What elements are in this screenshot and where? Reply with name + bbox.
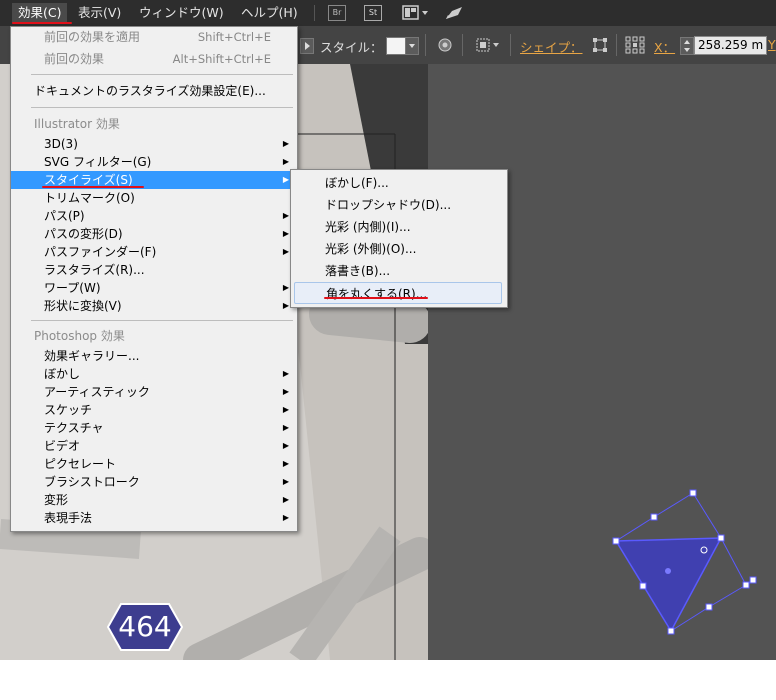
gpu-performance-icon[interactable] [444,5,466,21]
submenu-arrow-icon: ▶ [282,369,289,378]
submenu-item-scribble[interactable]: 落書き(B)... [291,260,507,282]
menu-separator [31,107,293,108]
stylize-submenu: ぼかし(F)... ドロップシャドウ(D)... 光彩 (内側)(I)... 光… [290,169,508,308]
menu-item-artistic[interactable]: アーティスティック ▶ [11,383,297,401]
menu-item-3d[interactable]: 3D(3) ▶ [11,135,297,153]
arrange-documents-icon[interactable] [402,5,432,21]
submenu-arrow-icon: ▶ [282,459,289,468]
submenu-arrow-icon: ▶ [282,229,289,238]
menu-item-reapply-effect: 前回の効果を適用 Shift+Ctrl+E [44,30,271,44]
style-swatch[interactable] [386,37,406,55]
menu-effect[interactable]: 効果(C) [12,3,68,23]
annotation-underline-round-corners [324,297,428,299]
recolor-artwork-icon[interactable] [437,37,453,56]
submenu-arrow-icon: ▶ [282,157,289,166]
annotation-underline-stylize [42,186,144,188]
menu-item-brush-strokes[interactable]: ブラシストローク ▶ [11,473,297,491]
submenu-arrow-icon: ▶ [282,423,289,432]
y-label[interactable]: Y [768,37,776,52]
menu-item-distort-transform[interactable]: パスの変形(D) ▶ [11,225,297,243]
menu-item-warp[interactable]: ワープ(W) ▶ [11,279,297,297]
submenu-item-outer-glow[interactable]: 光彩 (外側)(O)... [291,238,507,260]
submenu-arrow-icon: ▶ [282,405,289,414]
x-label[interactable]: X： [654,37,675,56]
page-number-badge: 464 [107,603,183,651]
x-stepper[interactable] [680,37,694,55]
style-label: スタイル： [320,40,383,55]
menu-item-convert-to-shape[interactable]: 形状に変換(V) ▶ [11,297,297,315]
submenu-arrow-icon: ▶ [282,477,289,486]
submenu-arrow-icon: ▶ [282,283,289,292]
menu-help[interactable]: ヘルプ(H) [235,3,304,23]
align-options-icon[interactable] [476,37,504,56]
badge-number: 464 [118,610,172,643]
menu-view[interactable]: 表示(V) [72,3,127,23]
submenu-arrow-icon: ▶ [282,441,289,450]
submenu-arrow-icon: ▶ [282,387,289,396]
menu-item-video[interactable]: ビデオ ▶ [11,437,297,455]
menu-item-pathfinder[interactable]: パスファインダー(F) ▶ [11,243,297,261]
bottom-strip [0,660,776,700]
submenu-arrow-icon: ▶ [282,175,289,184]
menu-item-trim-marks[interactable]: トリムマーク(O) [11,189,297,207]
menu-separator [31,74,293,75]
menu-item-distort[interactable]: 変形 ▶ [11,491,297,509]
stock-icon[interactable]: St [364,5,382,21]
submenu-arrow-icon: ▶ [282,495,289,504]
menu-item-stylize-ps[interactable]: 表現手法 ▶ [11,509,297,527]
x-input[interactable]: 258.259 m [694,36,767,55]
menu-bar: 効果(C) 表示(V) ウィンドウ(W) ヘルプ(H) Br St [0,0,776,26]
menu-window[interactable]: ウィンドウ(W) [133,3,230,23]
submenu-arrow-icon: ▶ [282,247,289,256]
submenu-arrow-icon: ▶ [282,211,289,220]
reference-point-icon[interactable] [625,36,645,57]
bridge-icon[interactable]: Br [328,5,346,21]
menubar-divider [314,5,315,21]
shape-label[interactable]: シェイプ： [520,37,583,56]
menu-item-blur[interactable]: ぼかし ▶ [11,365,297,383]
style-dropdown-icon[interactable] [405,37,419,55]
submenu-item-inner-glow[interactable]: 光彩 (内側)(I)... [291,216,507,238]
illustrator-effects-header: Illustrator 効果 [34,117,120,131]
menu-item-effect-gallery[interactable]: 効果ギャラリー... [11,347,297,365]
photoshop-effects-header: Photoshop 効果 [34,329,125,343]
menu-item-sketch[interactable]: スケッチ ▶ [11,401,297,419]
menu-item-pixelate[interactable]: ピクセレート ▶ [11,455,297,473]
submenu-arrow-icon: ▶ [282,301,289,310]
selected-triangle-shape[interactable] [600,485,760,635]
opacity-arrow-icon[interactable] [300,38,314,54]
menu-item-rasterize[interactable]: ラスタライズ(R)... [11,261,297,279]
menu-separator [31,320,293,321]
submenu-item-drop-shadow[interactable]: ドロップシャドウ(D)... [291,194,507,216]
effect-menu: 前回の効果を適用 Shift+Ctrl+E 前回の効果 Alt+Shift+Ct… [10,26,298,532]
submenu-arrow-icon: ▶ [282,139,289,148]
menu-item-last-effect: 前回の効果 Alt+Shift+Ctrl+E [44,52,271,66]
submenu-arrow-icon: ▶ [282,513,289,522]
transform-box-icon[interactable] [592,37,608,56]
submenu-item-feather[interactable]: ぼかし(F)... [291,172,507,194]
menu-item-texture[interactable]: テクスチャ ▶ [11,419,297,437]
annotation-underline-effect [12,22,72,24]
submenu-item-round-corners[interactable]: 角を丸くする(R)... [294,282,502,304]
menu-item-path[interactable]: パス(P) ▶ [11,207,297,225]
menu-item-svg-filter[interactable]: SVG フィルター(G) ▶ [11,153,297,171]
menu-item-raster-settings[interactable]: ドキュメントのラスタライズ効果設定(E)... [11,82,297,100]
